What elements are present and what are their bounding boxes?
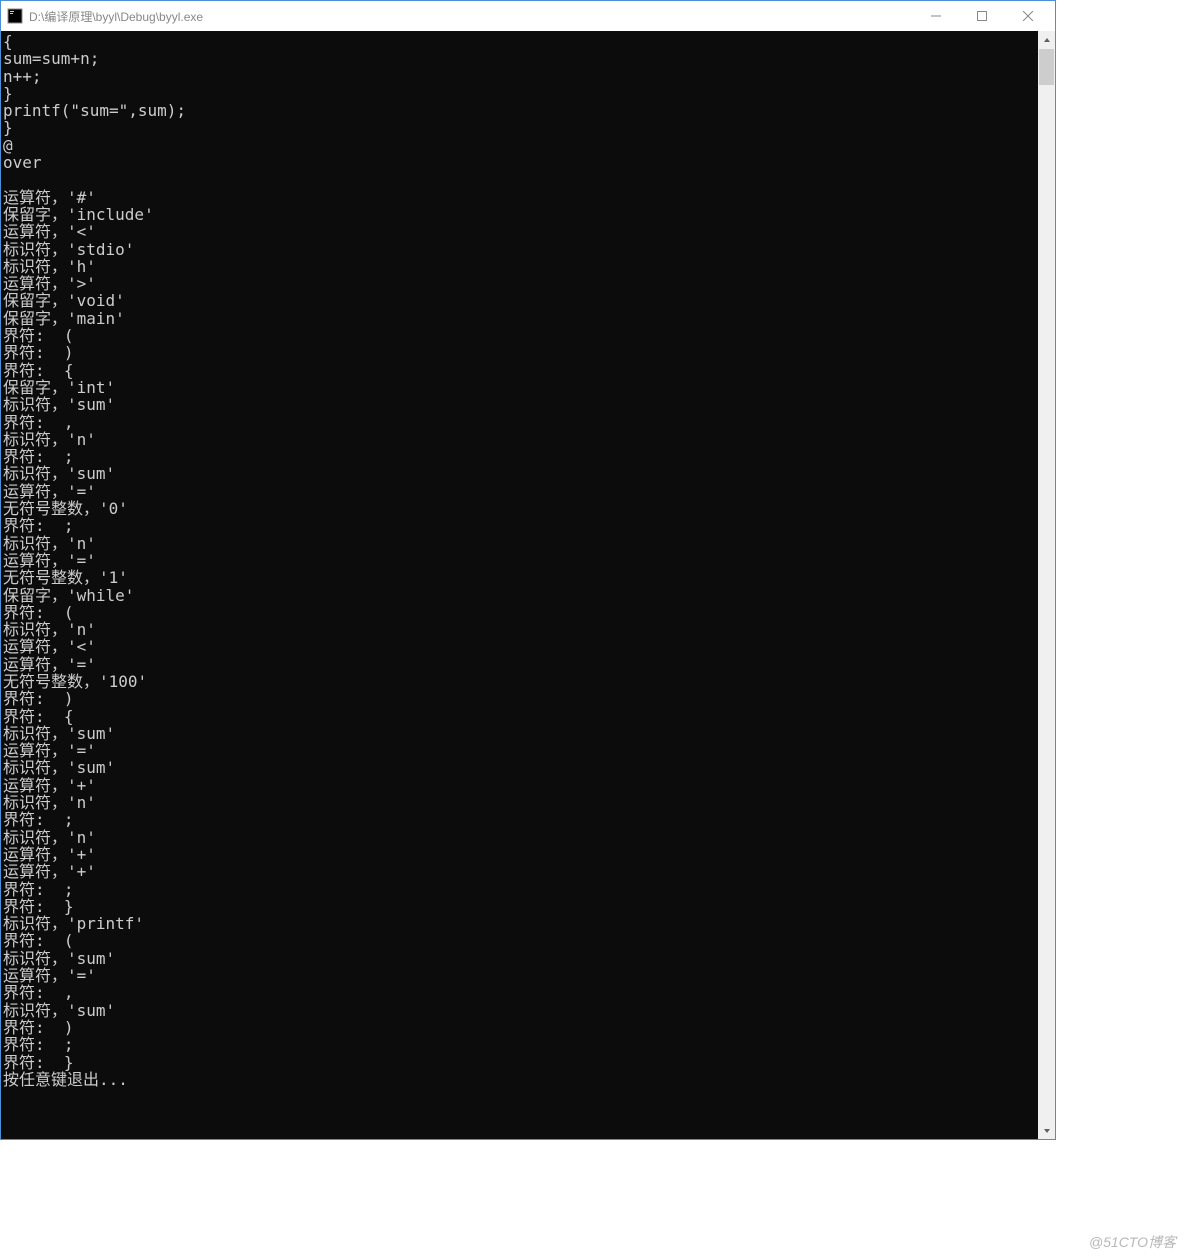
titlebar[interactable]: D:\编译原理\byyl\Debug\byyl.exe (1, 1, 1055, 31)
app-icon (7, 8, 23, 24)
console-window: D:\编译原理\byyl\Debug\byyl.exe { sum=sum+n;… (0, 0, 1056, 1140)
console-output[interactable]: { sum=sum+n; n++; } printf("sum=",sum); … (1, 31, 1038, 1139)
scroll-down-arrow[interactable] (1038, 1122, 1055, 1139)
scrollbar-track[interactable] (1038, 31, 1055, 1139)
window-title: D:\编译原理\byyl\Debug\byyl.exe (29, 8, 913, 25)
scroll-up-arrow[interactable] (1038, 31, 1055, 48)
window-controls (913, 1, 1051, 31)
console-area: { sum=sum+n; n++; } printf("sum=",sum); … (1, 31, 1055, 1139)
maximize-button[interactable] (959, 1, 1005, 31)
watermark: @51CTO博客 (1089, 1232, 1176, 1252)
scrollbar-thumb[interactable] (1039, 49, 1054, 85)
minimize-button[interactable] (913, 1, 959, 31)
close-button[interactable] (1005, 1, 1051, 31)
